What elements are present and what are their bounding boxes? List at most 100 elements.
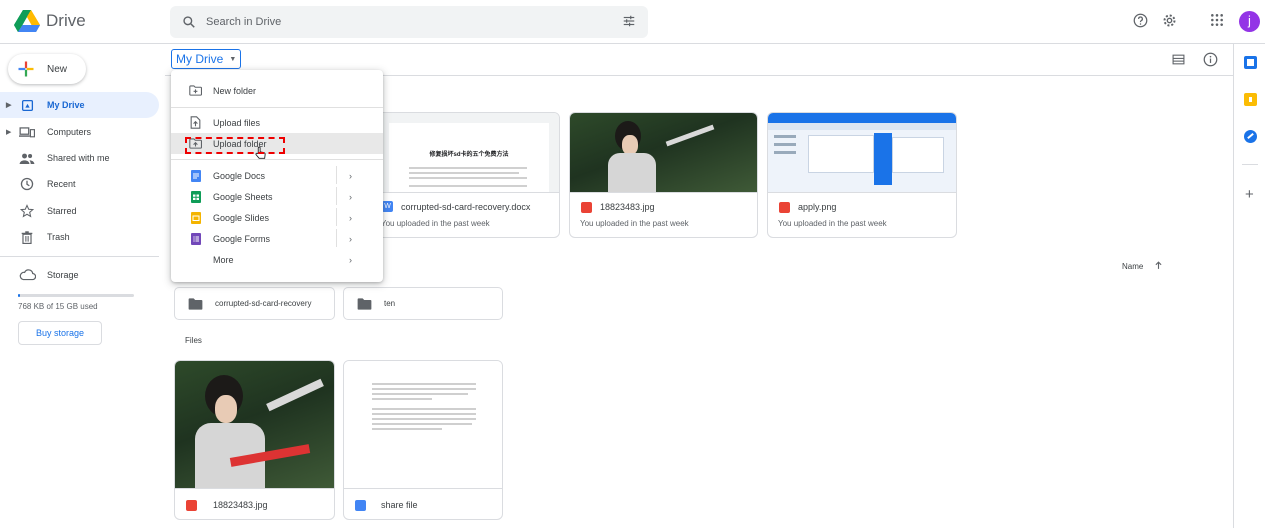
folder-name: ten xyxy=(384,299,396,308)
top-bar: Drive j xyxy=(0,0,1265,44)
google-forms-icon xyxy=(190,232,201,245)
image-file-icon xyxy=(186,500,197,511)
photo-thumbnail xyxy=(570,113,757,192)
chevron-right-icon: › xyxy=(349,212,352,223)
sort-label: Name xyxy=(1122,262,1144,271)
file-activity: You uploaded in the past week xyxy=(778,219,887,228)
menu-item-label: Google Sheets xyxy=(213,191,273,202)
photo-thumbnail xyxy=(175,361,334,488)
sort-by-name[interactable]: Name xyxy=(1122,261,1163,271)
docs-file-icon xyxy=(355,500,366,511)
screenshot-thumbnail xyxy=(768,113,956,192)
new-button[interactable]: New xyxy=(8,54,86,84)
chevron-right-icon: › xyxy=(349,170,352,181)
my-drive-icon xyxy=(21,99,33,111)
google-sheets-icon xyxy=(190,190,201,203)
suggested-card-jpg[interactable]: 18823483.jpg You uploaded in the past we… xyxy=(569,112,758,238)
storage-used-text: 768 KB of 15 GB used xyxy=(18,302,98,311)
breadcrumb-label: My Drive xyxy=(176,52,224,66)
info-icon[interactable] xyxy=(1203,52,1218,67)
drive-logo[interactable]: Drive xyxy=(14,10,86,32)
menu-item-google-forms[interactable]: Google Forms › xyxy=(171,228,383,249)
file-name: 18823483.jpg xyxy=(213,500,268,510)
tune-icon[interactable] xyxy=(622,14,636,28)
cloud-icon xyxy=(19,269,36,281)
buy-storage-button[interactable]: Buy storage xyxy=(18,321,102,345)
folder-icon xyxy=(188,297,203,310)
folder-icon xyxy=(357,297,372,310)
sidebar-item-recent[interactable]: Recent xyxy=(0,171,159,197)
menu-item-label: New folder xyxy=(213,85,257,96)
plus-icon xyxy=(18,61,34,77)
menu-item-label: Google Slides xyxy=(213,212,270,223)
file-name: corrupted-sd-card-recovery.docx xyxy=(401,202,531,212)
word-file-icon: W xyxy=(382,201,393,212)
file-activity: You uploaded in the past week xyxy=(580,219,689,228)
expand-arrow-icon[interactable]: ▶ xyxy=(6,128,16,136)
people-icon xyxy=(19,153,35,164)
file-name: share file xyxy=(381,500,418,510)
image-file-icon xyxy=(779,202,790,213)
gear-icon[interactable] xyxy=(1162,13,1177,28)
avatar[interactable]: j xyxy=(1239,11,1260,32)
add-addon-icon[interactable]: + xyxy=(1245,187,1254,202)
help-icon[interactable] xyxy=(1133,13,1148,28)
sidebar-item-label: Trash xyxy=(47,232,70,242)
menu-item-more[interactable]: More › xyxy=(171,249,383,270)
keep-icon[interactable] xyxy=(1244,93,1257,106)
suggested-card-png[interactable]: apply.png You uploaded in the past week xyxy=(767,112,957,238)
file-card-share-file[interactable]: share file xyxy=(343,360,503,520)
side-panel: + xyxy=(1233,44,1265,528)
search-bar[interactable] xyxy=(170,6,648,38)
computers-icon xyxy=(19,126,35,137)
expand-arrow-icon[interactable]: ▶ xyxy=(6,101,16,109)
new-button-label: New xyxy=(47,63,68,75)
upload-file-icon xyxy=(190,116,201,129)
calendar-icon[interactable] xyxy=(1244,56,1257,69)
files-section-label: Files xyxy=(185,336,202,345)
menu-item-google-docs[interactable]: Google Docs › xyxy=(171,165,383,186)
breadcrumb[interactable]: My Drive ▼ xyxy=(171,49,242,69)
tasks-icon[interactable] xyxy=(1244,130,1257,143)
app-name: Drive xyxy=(46,11,86,30)
chevron-down-icon: ▼ xyxy=(229,55,237,63)
sidebar-item-computers[interactable]: ▶ Computers xyxy=(0,119,159,145)
sidebar-item-label: Computers xyxy=(47,127,92,137)
list-view-icon[interactable] xyxy=(1172,53,1185,66)
search-icon[interactable] xyxy=(182,15,196,29)
new-folder-icon xyxy=(189,85,202,96)
menu-item-label: Google Forms xyxy=(213,233,271,244)
sidebar-item-starred[interactable]: Starred xyxy=(0,198,159,224)
arrow-up-icon[interactable] xyxy=(1154,261,1163,270)
search-input[interactable] xyxy=(206,16,596,28)
sidebar-item-label: Starred xyxy=(47,206,77,216)
highlight-box xyxy=(185,137,285,154)
menu-item-new-folder[interactable]: New folder xyxy=(171,80,383,101)
sidebar-item-my-drive[interactable]: ▶ My Drive xyxy=(0,92,159,118)
sidebar-item-shared[interactable]: Shared with me xyxy=(0,145,159,171)
sidebar-divider xyxy=(0,256,159,257)
apps-grid-icon[interactable] xyxy=(1210,13,1224,27)
document-thumbnail xyxy=(344,361,502,488)
drive-logo-icon xyxy=(14,10,40,32)
menu-item-label: More xyxy=(213,254,234,265)
file-name: 18823483.jpg xyxy=(600,202,655,212)
menu-item-google-sheets[interactable]: Google Sheets › xyxy=(171,186,383,207)
new-menu: New folder Upload files Upload folder Go… xyxy=(171,70,383,282)
sidebar-item-trash[interactable]: Trash xyxy=(0,224,159,250)
doc-title: 修复损坏sd卡的五个免费方法 xyxy=(429,152,509,158)
file-card-jpg[interactable]: 18823483.jpg xyxy=(174,360,335,520)
folder-corrupted-sd-card-recovery[interactable]: corrupted-sd-card-recovery xyxy=(174,287,335,320)
google-docs-icon xyxy=(190,169,201,182)
sidebar-item-label: Shared with me xyxy=(47,153,110,163)
star-icon xyxy=(20,204,34,218)
folder-ten[interactable]: ten xyxy=(343,287,503,320)
panel-divider xyxy=(1242,164,1258,165)
suggested-card-docx[interactable]: 修复损坏sd卡的五个免费方法 W corrupted-sd-card-recov… xyxy=(370,112,560,238)
sidebar-item-storage[interactable]: Storage xyxy=(0,262,159,288)
sidebar-item-label: My Drive xyxy=(47,100,85,110)
menu-item-label: Google Docs xyxy=(213,170,266,181)
menu-item-upload-files[interactable]: Upload files xyxy=(171,112,383,133)
menu-item-google-slides[interactable]: Google Slides › xyxy=(171,207,383,228)
sidebar-item-label: Storage xyxy=(47,270,79,280)
